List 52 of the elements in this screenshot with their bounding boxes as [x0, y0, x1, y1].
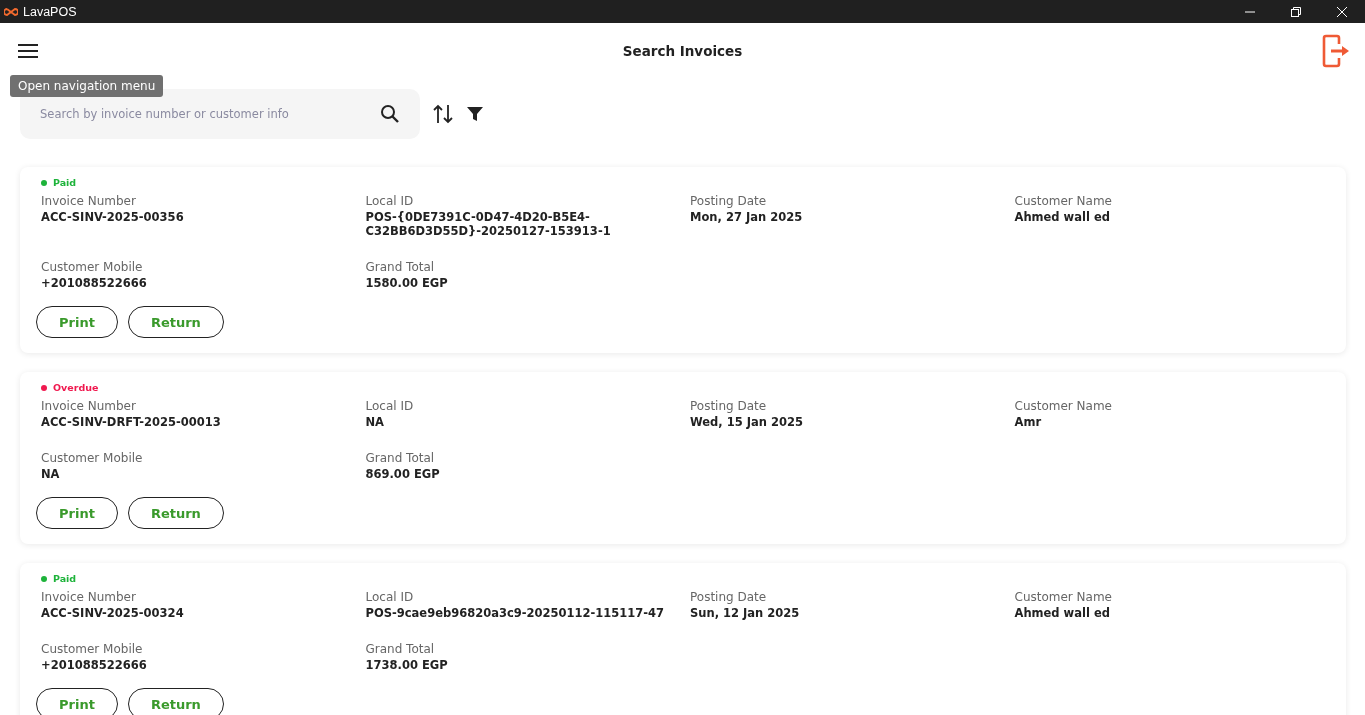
- status-label: Overdue: [53, 382, 99, 393]
- field-label: Customer Mobile: [41, 642, 144, 656]
- field-label: Local ID: [365, 194, 415, 208]
- field-value: 869.00 EGP: [365, 467, 441, 481]
- print-button[interactable]: Print: [36, 497, 118, 529]
- status-label: Paid: [53, 573, 77, 584]
- field-label: Customer Name: [1014, 399, 1113, 413]
- field-label: Local ID: [365, 399, 415, 413]
- field-value: 1738.00 EGP: [365, 658, 449, 672]
- field-label: Local ID: [365, 590, 415, 604]
- field-value: ACC-SINV-DRFT-2025-00013: [41, 415, 222, 429]
- field-label: Invoice Number: [41, 399, 137, 413]
- field-value: +201088522666: [41, 658, 148, 672]
- field-label: Grand Total: [365, 642, 436, 656]
- logo-icon: [4, 6, 18, 17]
- status-label: Paid: [53, 177, 77, 188]
- field-label: Customer Name: [1014, 194, 1113, 208]
- filter-icon[interactable]: [466, 105, 484, 123]
- field-label: Posting Date: [690, 399, 768, 413]
- field-value: Wed, 15 Jan 2025: [690, 415, 804, 429]
- field-value: Ahmed wall ed: [1014, 606, 1111, 620]
- return-button[interactable]: Return: [127, 688, 224, 715]
- field-value: ACC-SINV-2025-00324: [41, 606, 185, 620]
- sort-icon[interactable]: [432, 103, 454, 125]
- field-label: Customer Mobile: [41, 260, 144, 274]
- field-label: Posting Date: [690, 590, 768, 604]
- field-value: NA: [41, 467, 61, 481]
- print-button[interactable]: Print: [36, 306, 118, 338]
- tooltip: Open navigation menu: [10, 75, 164, 97]
- print-button[interactable]: Print: [36, 688, 118, 715]
- window-title: LavaPOS: [23, 4, 77, 19]
- return-button[interactable]: Return: [127, 497, 224, 529]
- field-label: Customer Name: [1014, 590, 1113, 604]
- field-value: POS-{0DE7391C-0D47-4D20-B5E4-C32BB6D3D55D}-20250127-153913-1: [365, 210, 612, 238]
- field-value: Amr: [1014, 415, 1043, 429]
- field-value: Ahmed wall ed: [1014, 210, 1111, 224]
- field-value: ACC-SINV-2025-00356: [41, 210, 185, 224]
- field-value: 1580.00 EGP: [365, 276, 449, 290]
- field-value: NA: [365, 415, 386, 429]
- field-label: Grand Total: [365, 260, 436, 274]
- field-value: Mon, 27 Jan 2025: [690, 210, 804, 224]
- field-value: Sun, 12 Jan 2025: [690, 606, 801, 620]
- field-label: Grand Total: [365, 451, 436, 465]
- field-label: Customer Mobile: [41, 451, 144, 465]
- return-button[interactable]: Return: [127, 306, 224, 338]
- page-title: Search Invoices: [622, 43, 743, 59]
- search-icon[interactable]: [380, 104, 400, 124]
- field-value: POS-9cae9eb96820a3c9-20250112-115117-47: [365, 606, 666, 620]
- field-label: Invoice Number: [41, 194, 137, 208]
- field-value: +201088522666: [41, 276, 148, 290]
- field-label: Invoice Number: [41, 590, 137, 604]
- field-label: Posting Date: [690, 194, 768, 208]
